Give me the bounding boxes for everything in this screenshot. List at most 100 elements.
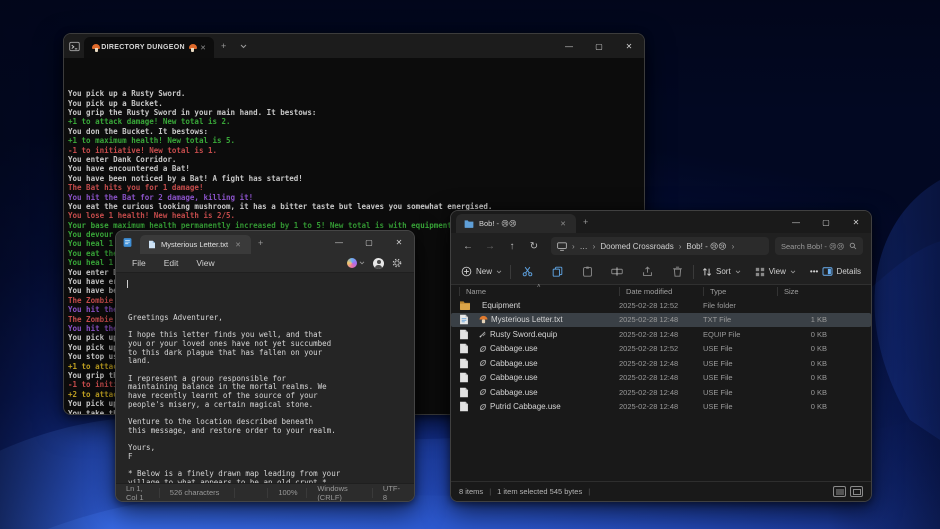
up-button[interactable]: ↑ bbox=[503, 241, 521, 252]
tab-dropdown-icon[interactable] bbox=[233, 34, 254, 58]
notepad-tab[interactable]: Mysterious Letter.txt ✕ bbox=[140, 235, 251, 254]
file-name: Cabbage.use bbox=[479, 359, 619, 368]
column-header-type[interactable]: Type bbox=[703, 287, 777, 296]
forward-button[interactable]: → bbox=[481, 241, 499, 252]
copilot-button[interactable] bbox=[347, 258, 365, 268]
file-row[interactable]: Mysterious Letter.txt 2025-02-28 12:48 T… bbox=[451, 313, 871, 328]
close-button[interactable]: ✕ bbox=[841, 211, 871, 233]
view-grid-icon bbox=[755, 267, 765, 277]
notepad-window: Mysterious Letter.txt ✕ + — ▢ ✕ File Edi… bbox=[115, 230, 415, 502]
file-name: Putrid Cabbage.use bbox=[479, 402, 619, 411]
account-avatar[interactable] bbox=[373, 258, 384, 269]
file-row[interactable]: Cabbage.use 2025-02-28 12:48 USE File 0 … bbox=[451, 385, 871, 400]
breadcrumb[interactable]: › … › Doomed Crossroads › Bob! - 😢😢 › bbox=[551, 237, 769, 255]
file-icon bbox=[459, 314, 479, 325]
settings-gear-icon[interactable] bbox=[392, 258, 402, 268]
more-options-button[interactable]: ••• bbox=[810, 267, 818, 276]
file-size: 0 KB bbox=[777, 373, 831, 382]
copy-button[interactable] bbox=[549, 266, 565, 277]
encoding: UTF-8 bbox=[373, 488, 414, 498]
file-icon bbox=[459, 300, 479, 310]
menu-edit[interactable]: Edit bbox=[156, 256, 187, 270]
file-type: USE File bbox=[703, 359, 777, 368]
sort-button-label: Sort bbox=[716, 267, 731, 276]
explorer-addressbar: ← → ↑ ↻ › … › Doomed Crossroads › Bob! -… bbox=[451, 233, 871, 259]
file-row[interactable]: Equipment 2025-02-28 12:52 File folder bbox=[451, 298, 871, 313]
explorer-toolbar: New bbox=[451, 259, 871, 285]
breadcrumb-separator: › bbox=[679, 242, 682, 251]
file-date: 2025-02-28 12:48 bbox=[619, 359, 703, 368]
column-header-size[interactable]: Size bbox=[777, 287, 831, 296]
terminal-app-icon bbox=[64, 34, 84, 58]
file-date: 2025-02-28 12:52 bbox=[619, 344, 703, 353]
terminal-tab[interactable]: DIRECTORY DUNGEON ✕ bbox=[84, 37, 214, 58]
sort-button[interactable]: Sort bbox=[702, 267, 741, 277]
tab-close-icon[interactable]: ✕ bbox=[198, 42, 208, 54]
explorer-tabbar[interactable]: Bob! - 😢😢 ✕ + — ▢ ✕ bbox=[451, 211, 871, 233]
terminal-line: +1 to attack damage! New total is 2. bbox=[68, 117, 644, 126]
file-date: 2025-02-28 12:48 bbox=[619, 315, 703, 324]
this-pc-icon bbox=[557, 242, 567, 251]
new-button[interactable]: New bbox=[461, 266, 502, 277]
file-row[interactable]: Cabbage.use 2025-02-28 12:48 USE File 0 … bbox=[451, 356, 871, 371]
file-icon bbox=[459, 343, 479, 354]
details-button-label: Details bbox=[837, 267, 861, 276]
details-button[interactable]: Details bbox=[822, 267, 861, 276]
breadcrumb-item[interactable]: Doomed Crossroads bbox=[600, 242, 673, 251]
file-row[interactable]: Cabbage.use 2025-02-28 12:52 USE File 0 … bbox=[451, 342, 871, 357]
terminal-line: The Bat hits you for 1 damage! bbox=[68, 183, 644, 192]
new-tab-button[interactable]: + bbox=[214, 34, 233, 58]
maximize-button[interactable]: ▢ bbox=[811, 211, 841, 233]
tab-close-icon[interactable]: ✕ bbox=[233, 239, 243, 251]
tab-close-icon[interactable]: ✕ bbox=[558, 218, 568, 230]
notepad-app-icon bbox=[116, 231, 138, 254]
thumbnail-view-button[interactable] bbox=[850, 486, 863, 497]
notepad-titlebar[interactable]: Mysterious Letter.txt ✕ + — ▢ ✕ bbox=[116, 231, 414, 254]
copilot-icon bbox=[347, 258, 357, 268]
text-caret bbox=[127, 280, 128, 288]
minimize-button[interactable]: — bbox=[324, 231, 354, 254]
file-prefix-glyph bbox=[479, 345, 487, 353]
file-explorer-window: Bob! - 😢😢 ✕ + — ▢ ✕ ← → ↑ ↻ › … › Doomed… bbox=[450, 210, 872, 502]
file-prefix-glyph bbox=[479, 315, 488, 324]
share-button[interactable] bbox=[639, 266, 655, 277]
maximize-button[interactable]: ▢ bbox=[584, 34, 614, 58]
minimize-button[interactable]: — bbox=[554, 34, 584, 58]
file-prefix-glyph bbox=[479, 403, 487, 411]
zoom-level[interactable]: 100% bbox=[267, 488, 307, 498]
file-prefix-glyph bbox=[479, 359, 487, 367]
letter-line: this message, and restore order to your … bbox=[128, 427, 414, 436]
delete-button[interactable] bbox=[669, 266, 685, 277]
search-placeholder: Search Bob! - 😢😢 bbox=[781, 242, 849, 251]
explorer-tab[interactable]: Bob! - 😢😢 ✕ bbox=[456, 214, 576, 233]
maximize-button[interactable]: ▢ bbox=[354, 231, 384, 254]
paste-button[interactable] bbox=[579, 266, 595, 277]
new-tab-button[interactable]: + bbox=[576, 211, 595, 233]
minimize-button[interactable]: — bbox=[781, 211, 811, 233]
file-date: 2025-02-28 12:48 bbox=[619, 402, 703, 411]
breadcrumb-ellipsis[interactable]: … bbox=[580, 242, 588, 251]
cut-button[interactable] bbox=[519, 266, 535, 277]
file-date: 2025-02-28 12:48 bbox=[619, 388, 703, 397]
new-tab-button[interactable]: + bbox=[251, 231, 270, 254]
refresh-button[interactable]: ↻ bbox=[525, 241, 543, 252]
breadcrumb-item[interactable]: Bob! - 😢😢 bbox=[686, 242, 726, 251]
view-button[interactable]: View bbox=[755, 267, 796, 277]
menu-file[interactable]: File bbox=[124, 256, 154, 270]
terminal-titlebar[interactable]: DIRECTORY DUNGEON ✕ + — ▢ ✕ bbox=[64, 34, 644, 58]
close-button[interactable]: ✕ bbox=[614, 34, 644, 58]
file-row[interactable]: Rusty Sword.equip 2025-02-28 12:48 EQUIP… bbox=[451, 327, 871, 342]
file-name: Equipment bbox=[479, 301, 619, 310]
file-row[interactable]: Putrid Cabbage.use 2025-02-28 12:48 USE … bbox=[451, 400, 871, 415]
file-type: USE File bbox=[703, 344, 777, 353]
details-view-button[interactable] bbox=[833, 486, 846, 497]
desktop: DIRECTORY DUNGEON ✕ + — ▢ ✕ You pick up … bbox=[0, 0, 940, 529]
close-button[interactable]: ✕ bbox=[384, 231, 414, 254]
menu-view[interactable]: View bbox=[188, 256, 222, 270]
rename-button[interactable] bbox=[609, 266, 625, 277]
search-box[interactable]: Search Bob! - 😢😢 bbox=[775, 237, 863, 255]
back-button[interactable]: ← bbox=[459, 241, 477, 252]
file-row[interactable]: Cabbage.use 2025-02-28 12:48 USE File 0 … bbox=[451, 371, 871, 386]
notepad-editor[interactable]: Greetings Adventurer, I hope this letter… bbox=[116, 273, 414, 481]
column-header-date[interactable]: Date modified bbox=[619, 287, 703, 296]
